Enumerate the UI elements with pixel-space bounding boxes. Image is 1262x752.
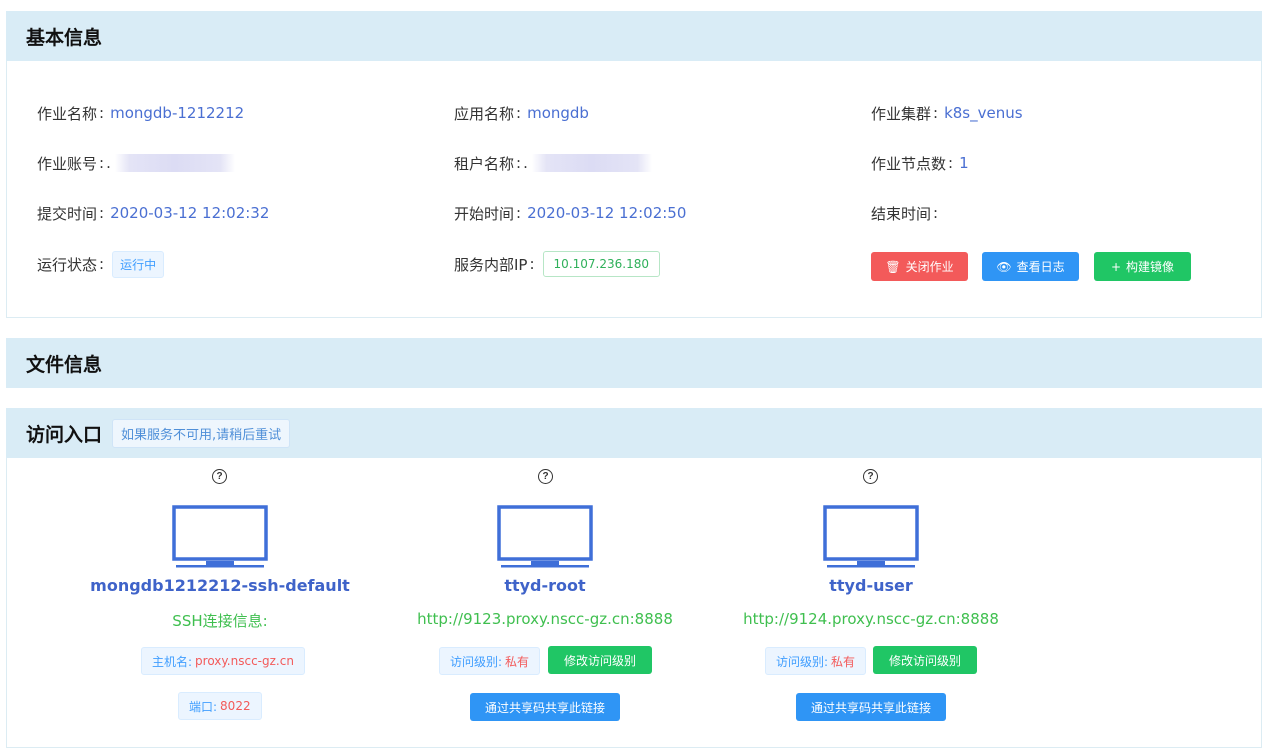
app-name-value: mongdb — [527, 104, 589, 122]
access-title: 访问入口 — [26, 423, 103, 446]
ttyd-root-url[interactable]: http://9123.proxy.nscc-gz.cn:8888 — [417, 610, 673, 628]
monitor-icon — [172, 505, 268, 568]
status-label: 运行状态 — [37, 255, 98, 274]
job-name-item: 作业名称 : mongdb-1212212 — [37, 104, 245, 123]
trash-icon: 🗑 — [885, 259, 901, 274]
view-log-label: 查看日志 — [1016, 260, 1065, 274]
app-name-item: 应用名称 : mongdb — [454, 104, 589, 123]
ttyd-user-url[interactable]: http://9124.proxy.nscc-gz.cn:8888 — [743, 610, 999, 628]
monitor-icon — [497, 505, 593, 568]
ip-label: 服务内部IP — [454, 255, 528, 274]
ssh-host-value: proxy.nscc-gz.cn — [195, 654, 294, 668]
account-value: . — [106, 154, 111, 172]
ssh-port-pill: 端口: 8022 — [178, 692, 262, 720]
account-item: 作业账号 : . — [37, 148, 235, 178]
help-icon[interactable]: ? — [863, 469, 878, 484]
status-badge: 运行中 — [112, 250, 165, 278]
eye-icon: 👁 — [996, 259, 1012, 274]
start-time-value: 2020-03-12 12:02:50 — [527, 204, 687, 222]
submit-time-value: 2020-03-12 12:02:32 — [110, 204, 270, 222]
basic-info-header: 基本信息 — [6, 11, 1262, 61]
submit-time-label: 提交时间 — [37, 204, 98, 223]
tenant-label: 租户名称 — [454, 154, 515, 173]
close-job-label: 关闭作业 — [905, 260, 954, 274]
cluster-label: 作业集群 — [871, 104, 932, 123]
ssh-host-pill: 主机名: proxy.nscc-gz.cn — [141, 647, 305, 675]
ssh-subtitle: SSH连接信息: — [172, 612, 268, 630]
ttyd-user-level-value: 私有 — [831, 654, 856, 669]
ttyd-root-level-value: 私有 — [505, 654, 530, 669]
ttyd-root-level-pill: 访问级别: 私有 — [439, 647, 541, 675]
end-time-label: 结束时间 — [871, 204, 932, 223]
ssh-service-name[interactable]: mongdb1212212-ssh-default — [90, 576, 350, 595]
ttyd-root-name[interactable]: ttyd-root — [504, 576, 585, 595]
start-time-label: 开始时间 — [454, 204, 515, 223]
build-image-label: 构建镜像 — [1126, 260, 1175, 274]
account-label: 作业账号 — [37, 154, 98, 173]
plus-icon: + — [1110, 259, 1122, 274]
build-image-button[interactable]: + 构建镜像 — [1094, 252, 1191, 281]
access-header: 访问入口 如果服务不可用,请稍后重试 — [6, 408, 1262, 458]
access-tip: 如果服务不可用,请稍后重试 — [112, 418, 291, 448]
ttyd-root-modify-level-button[interactable]: 修改访问级别 — [548, 646, 652, 674]
nodes-value: 1 — [959, 154, 969, 172]
account-redacted — [114, 154, 235, 172]
cluster-item: 作业集群 : k8s_venus — [871, 104, 1023, 123]
start-time-item: 开始时间 : 2020-03-12 12:02:50 — [454, 204, 687, 223]
close-job-button[interactable]: 🗑 关闭作业 — [871, 252, 968, 281]
submit-time-item: 提交时间 : 2020-03-12 12:02:32 — [37, 204, 270, 223]
status-item: 运行状态 : 运行中 — [37, 249, 165, 279]
ttyd-user-share-button[interactable]: 通过共享码共享此链接 — [796, 693, 946, 721]
tenant-item: 租户名称 : . — [454, 148, 652, 178]
ttyd-user-level-pill: 访问级别: 私有 — [765, 647, 867, 675]
cluster-value: k8s_venus — [944, 104, 1023, 122]
tenant-redacted — [531, 154, 652, 172]
job-name-value: mongdb-1212212 — [110, 104, 245, 122]
job-name-label: 作业名称 — [37, 104, 98, 123]
file-info-header: 文件信息 — [6, 338, 1262, 388]
monitor-icon — [823, 505, 919, 568]
ip-item: 服务内部IP : 10.107.236.180 — [454, 249, 660, 279]
end-time-item: 结束时间 : — [871, 204, 939, 223]
help-icon[interactable]: ? — [538, 469, 553, 484]
help-icon[interactable]: ? — [212, 469, 227, 484]
view-log-button[interactable]: 👁 查看日志 — [982, 252, 1079, 281]
ttyd-user-name[interactable]: ttyd-user — [829, 576, 912, 595]
ttyd-root-share-button[interactable]: 通过共享码共享此链接 — [470, 693, 620, 721]
basic-info-title: 基本信息 — [26, 26, 103, 49]
nodes-item: 作业节点数 : 1 — [871, 154, 969, 173]
ip-badge: 10.107.236.180 — [542, 251, 660, 277]
file-info-title: 文件信息 — [26, 353, 103, 376]
tenant-value: . — [523, 154, 528, 172]
nodes-label: 作业节点数 — [871, 154, 947, 173]
app-name-label: 应用名称 — [454, 104, 515, 123]
ssh-port-value: 8022 — [220, 699, 251, 713]
ttyd-user-modify-level-button[interactable]: 修改访问级别 — [873, 646, 977, 674]
